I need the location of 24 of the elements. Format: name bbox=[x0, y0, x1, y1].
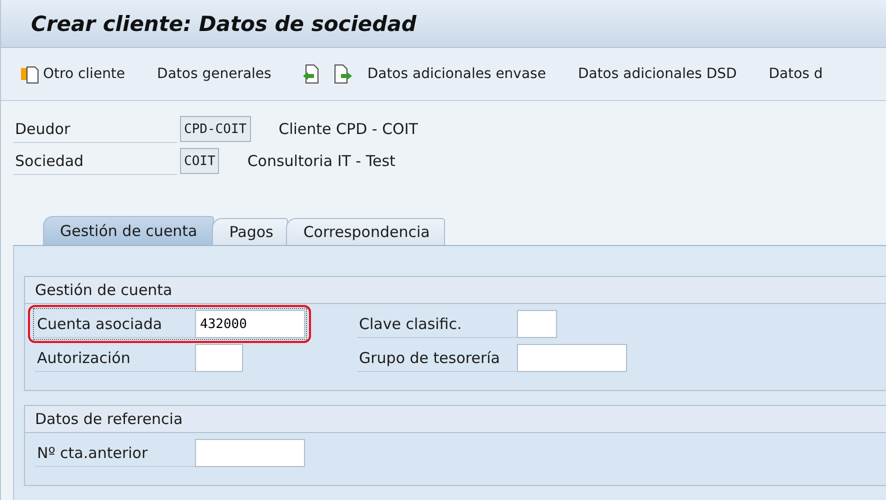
field-label: Deudor bbox=[13, 116, 177, 142]
input-field[interactable] bbox=[195, 439, 305, 467]
tab[interactable]: Gestión de cuenta bbox=[43, 216, 214, 245]
window-title: Crear cliente: Datos de sociedad bbox=[31, 12, 416, 36]
group-title: Datos de referencia bbox=[25, 406, 886, 433]
toolbar-button[interactable]: Datos d bbox=[764, 64, 827, 84]
toolbar-button[interactable]: Datos adicionales DSD bbox=[574, 64, 741, 84]
tab[interactable]: Correspondencia bbox=[286, 218, 445, 245]
toolbar-button[interactable]: Otro cliente bbox=[15, 61, 130, 87]
group-title: Gestión de cuenta bbox=[25, 277, 886, 304]
field-label: Sociedad bbox=[13, 148, 177, 174]
toolbar-button[interactable]: Datos adicionales envase bbox=[363, 64, 550, 84]
document-right-arrow-icon[interactable] bbox=[333, 63, 354, 85]
input-field[interactable]: COIT bbox=[180, 148, 220, 174]
tab[interactable]: Pagos bbox=[212, 218, 288, 245]
toolbar-button[interactable]: Datos generales bbox=[153, 64, 276, 84]
document-left-arrow-icon[interactable] bbox=[301, 63, 322, 85]
field-description: Cliente CPD - COIT bbox=[278, 120, 418, 138]
input-field[interactable] bbox=[195, 344, 243, 372]
input-field[interactable]: CPD-COIT bbox=[180, 116, 251, 142]
input-field[interactable] bbox=[517, 344, 627, 372]
input-field[interactable] bbox=[517, 310, 557, 338]
field-description: Consultoria IT - Test bbox=[247, 152, 396, 170]
input-field[interactable]: 432000 bbox=[195, 310, 305, 338]
